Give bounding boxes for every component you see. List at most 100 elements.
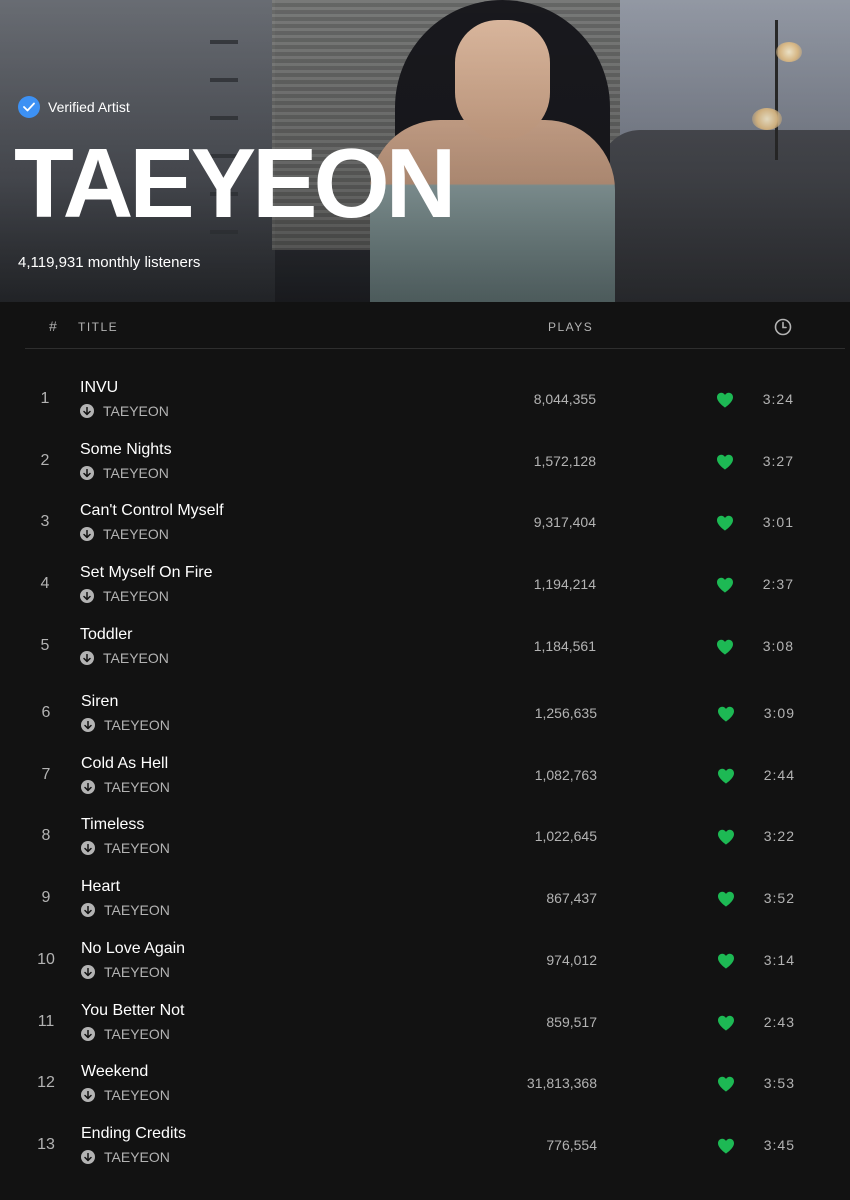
- track-number: 13: [37, 1136, 55, 1153]
- track-artist[interactable]: TAEYEON: [104, 1087, 170, 1103]
- track-plays: 1,082,763: [534, 767, 597, 783]
- track-artist[interactable]: TAEYEON: [103, 588, 169, 604]
- liked-heart-icon[interactable]: [717, 1138, 735, 1159]
- column-title: TITLE: [78, 320, 119, 334]
- track-duration: 3:09: [763, 705, 795, 721]
- track-number: 4: [40, 575, 50, 592]
- downloaded-icon: [81, 718, 95, 732]
- artist-name: TAEYEON: [14, 128, 456, 238]
- downloaded-icon: [80, 589, 94, 603]
- track-artist[interactable]: TAEYEON: [103, 650, 169, 666]
- downloaded-icon: [80, 404, 94, 418]
- track-row[interactable]: 11 You Better Not TAEYEON 859,517 2:43: [1, 991, 850, 1053]
- track-number: 7: [41, 766, 51, 783]
- artist-banner: Verified Artist TAEYEON 4,119,931 monthl…: [0, 0, 850, 302]
- track-row[interactable]: 1 INVU TAEYEON 8,044,355 3:24: [0, 368, 850, 430]
- track-row[interactable]: 6 Siren TAEYEON 1,256,635 3:09: [1, 682, 850, 744]
- track-title[interactable]: Heart: [81, 878, 120, 896]
- track-title[interactable]: Siren: [81, 693, 118, 711]
- downloaded-icon: [80, 527, 94, 541]
- track-artist[interactable]: TAEYEON: [103, 526, 169, 542]
- track-plays: 776,554: [546, 1137, 597, 1153]
- track-artist[interactable]: TAEYEON: [104, 964, 170, 980]
- track-duration: 3:01: [762, 514, 794, 530]
- track-title[interactable]: No Love Again: [81, 940, 185, 958]
- track-artist[interactable]: TAEYEON: [103, 403, 169, 419]
- track-plays: 9,317,404: [533, 514, 596, 530]
- track-number: 2: [40, 452, 50, 469]
- track-row[interactable]: 2 Some Nights TAEYEON 1,572,128 3:27: [0, 430, 850, 492]
- downloaded-icon: [80, 466, 94, 480]
- track-title[interactable]: Set Myself On Fire: [80, 564, 212, 582]
- downloaded-icon: [81, 1027, 95, 1041]
- track-duration: 3:22: [763, 828, 795, 844]
- liked-heart-icon[interactable]: [716, 392, 734, 413]
- liked-heart-icon[interactable]: [717, 1015, 735, 1036]
- track-subtitle: TAEYEON: [81, 964, 170, 980]
- track-row[interactable]: 9 Heart TAEYEON 867,437 3:52: [1, 867, 850, 929]
- liked-heart-icon[interactable]: [717, 891, 735, 912]
- track-artist[interactable]: TAEYEON: [104, 1149, 170, 1165]
- track-title[interactable]: Toddler: [80, 626, 132, 644]
- liked-heart-icon[interactable]: [717, 829, 735, 850]
- track-title[interactable]: Cold As Hell: [81, 755, 168, 773]
- track-duration: 3:24: [762, 391, 794, 407]
- track-duration: 3:45: [763, 1137, 795, 1153]
- track-title[interactable]: Weekend: [81, 1063, 148, 1081]
- verified-check-icon: [18, 96, 40, 118]
- track-subtitle: TAEYEON: [80, 403, 169, 419]
- track-row[interactable]: 10 No Love Again TAEYEON 974,012 3:14: [1, 929, 850, 991]
- track-number: 11: [37, 1013, 55, 1030]
- track-plays: 867,437: [546, 890, 597, 906]
- downloaded-icon: [81, 1088, 95, 1102]
- track-subtitle: TAEYEON: [81, 1026, 170, 1042]
- downloaded-icon: [81, 780, 95, 794]
- track-duration: 3:14: [763, 952, 795, 968]
- track-number: 5: [40, 637, 50, 654]
- track-duration: 2:44: [763, 767, 795, 783]
- liked-heart-icon[interactable]: [717, 768, 735, 789]
- track-artist[interactable]: TAEYEON: [104, 1026, 170, 1042]
- track-subtitle: TAEYEON: [81, 1149, 170, 1165]
- track-plays: 31,813,368: [526, 1075, 597, 1091]
- track-title[interactable]: Ending Credits: [81, 1125, 186, 1143]
- track-row[interactable]: 12 Weekend TAEYEON 31,813,368 3:53: [1, 1052, 850, 1114]
- track-artist[interactable]: TAEYEON: [104, 840, 170, 856]
- liked-heart-icon[interactable]: [716, 577, 734, 598]
- track-row[interactable]: 3 Can't Control Myself TAEYEON 9,317,404…: [0, 491, 850, 553]
- track-row[interactable]: 5 Toddler TAEYEON 1,184,561 3:08: [0, 615, 850, 677]
- track-duration: 3:53: [763, 1075, 795, 1091]
- track-row[interactable]: 4 Set Myself On Fire TAEYEON 1,194,214 2…: [0, 553, 850, 615]
- track-table-header: # TITLE PLAYS: [25, 302, 845, 349]
- track-plays: 1,256,635: [534, 705, 597, 721]
- track-row[interactable]: 8 Timeless TAEYEON 1,022,645 3:22: [1, 805, 850, 867]
- track-artist[interactable]: TAEYEON: [104, 779, 170, 795]
- track-subtitle: TAEYEON: [81, 1087, 170, 1103]
- track-title[interactable]: INVU: [80, 379, 118, 397]
- track-number: 12: [37, 1074, 55, 1091]
- track-title[interactable]: Can't Control Myself: [80, 502, 224, 520]
- track-artist[interactable]: TAEYEON: [104, 902, 170, 918]
- track-plays: 859,517: [546, 1014, 597, 1030]
- track-plays: 1,022,645: [534, 828, 597, 844]
- track-subtitle: TAEYEON: [80, 588, 169, 604]
- liked-heart-icon[interactable]: [717, 706, 735, 727]
- liked-heart-icon[interactable]: [716, 454, 734, 475]
- track-artist[interactable]: TAEYEON: [104, 717, 170, 733]
- track-subtitle: TAEYEON: [81, 717, 170, 733]
- track-title[interactable]: You Better Not: [81, 1002, 184, 1020]
- track-artist[interactable]: TAEYEON: [103, 465, 169, 481]
- track-subtitle: TAEYEON: [81, 779, 170, 795]
- downloaded-icon: [81, 841, 95, 855]
- liked-heart-icon[interactable]: [717, 953, 735, 974]
- downloaded-icon: [81, 965, 95, 979]
- downloaded-icon: [81, 903, 95, 917]
- liked-heart-icon[interactable]: [716, 639, 734, 660]
- liked-heart-icon[interactable]: [716, 515, 734, 536]
- track-number: 10: [37, 951, 55, 968]
- liked-heart-icon[interactable]: [717, 1076, 735, 1097]
- track-title[interactable]: Timeless: [81, 816, 144, 834]
- track-row[interactable]: 7 Cold As Hell TAEYEON 1,082,763 2:44: [1, 744, 850, 806]
- track-row[interactable]: 13 Ending Credits TAEYEON 776,554 3:45: [1, 1114, 850, 1176]
- track-title[interactable]: Some Nights: [80, 441, 172, 459]
